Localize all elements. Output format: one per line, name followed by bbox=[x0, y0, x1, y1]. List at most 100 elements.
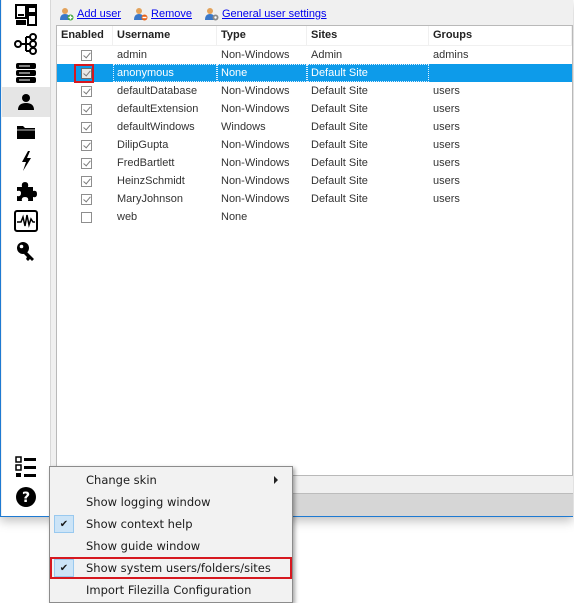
enabled-checkbox[interactable] bbox=[80, 175, 92, 187]
enabled-checkbox[interactable] bbox=[80, 85, 92, 97]
menu-item[interactable]: Show logging window bbox=[52, 491, 290, 513]
enabled-checkbox[interactable] bbox=[80, 211, 92, 223]
table-row[interactable]: web None bbox=[57, 208, 572, 226]
enabled-cell bbox=[57, 64, 113, 82]
enabled-checkbox[interactable] bbox=[80, 49, 92, 61]
table-row[interactable]: DilipGupta Non-Windows Default Site users bbox=[57, 136, 572, 154]
sidebar-item-keys[interactable] bbox=[2, 236, 50, 266]
user-settings-icon bbox=[205, 8, 219, 21]
sites-cell: Admin bbox=[311, 49, 343, 61]
table-row[interactable]: HeinzSchmidt Non-Windows Default Site users bbox=[57, 172, 572, 190]
sidebar-item-events[interactable] bbox=[2, 146, 50, 176]
groups-cell: users bbox=[433, 121, 460, 133]
remove-user-button[interactable]: Remove bbox=[133, 7, 192, 21]
column-header-sites[interactable]: Sites bbox=[307, 26, 429, 45]
menu-item-label: Change skin bbox=[86, 473, 157, 487]
type-cell: Non-Windows bbox=[221, 103, 290, 115]
list-menu-icon bbox=[15, 456, 36, 477]
help-icon: ? bbox=[16, 487, 36, 507]
column-header-groups[interactable]: Groups bbox=[429, 26, 572, 45]
column-header-type[interactable]: Type bbox=[217, 26, 307, 45]
groups-cell bbox=[429, 208, 572, 226]
sidebar-item-dashboard[interactable] bbox=[2, 0, 50, 30]
add-user-label: Add user bbox=[77, 8, 122, 20]
column-header-username[interactable]: Username bbox=[113, 26, 217, 45]
username-cell: admin bbox=[117, 49, 147, 61]
user-toolbar: Add user Remove General user settings bbox=[59, 5, 327, 23]
menu-item[interactable]: ✔ Show system users/folders/sites bbox=[50, 557, 292, 579]
sites-cell: Default Site bbox=[311, 121, 368, 133]
remove-user-icon bbox=[134, 8, 148, 21]
app-window: ? Add user Remove General user settings … bbox=[0, 0, 573, 517]
table-row[interactable]: MaryJohnson Non-Windows Default Site users bbox=[57, 190, 572, 208]
enabled-checkbox[interactable] bbox=[80, 103, 92, 115]
enabled-cell bbox=[57, 118, 113, 136]
menu-item[interactable]: ✔ Show context help bbox=[52, 513, 290, 535]
lightning-icon bbox=[22, 151, 31, 171]
groups-cell: users bbox=[433, 139, 460, 151]
sidebar-item-plugins[interactable] bbox=[2, 176, 50, 206]
remove-user-label: Remove bbox=[151, 8, 192, 20]
sites-cell: Default Site bbox=[311, 157, 368, 169]
enabled-cell bbox=[57, 136, 113, 154]
table-row[interactable]: FredBartlett Non-Windows Default Site users bbox=[57, 154, 572, 172]
enabled-checkbox[interactable] bbox=[80, 67, 92, 79]
enabled-cell bbox=[57, 190, 113, 208]
svg-text:?: ? bbox=[22, 490, 30, 506]
sites-cell bbox=[307, 208, 429, 226]
sites-cell: Default Site bbox=[311, 85, 368, 97]
enabled-checkbox[interactable] bbox=[80, 157, 92, 169]
sidebar-item-monitor[interactable] bbox=[2, 206, 50, 236]
general-user-settings-button[interactable]: General user settings bbox=[204, 7, 327, 21]
sidebar-item-menu[interactable] bbox=[2, 452, 50, 482]
enabled-checkbox[interactable] bbox=[80, 193, 92, 205]
table-row[interactable]: admin Non-Windows Admin admins bbox=[57, 46, 572, 64]
table-row[interactable]: anonymous None Default Site bbox=[57, 64, 572, 82]
enabled-cell bbox=[57, 208, 113, 226]
menu-item-label: Show system users/folders/sites bbox=[86, 561, 271, 575]
add-user-icon bbox=[60, 8, 74, 21]
username-cell: defaultDatabase bbox=[117, 85, 198, 97]
groups-cell bbox=[429, 64, 572, 82]
sidebar-item-folders[interactable] bbox=[2, 117, 50, 147]
username-cell: defaultWindows bbox=[117, 121, 195, 133]
menu-item[interactable]: Change skin bbox=[52, 469, 290, 491]
users-table: Enabled Username Type Sites Groups admin… bbox=[56, 25, 573, 476]
enabled-checkbox[interactable] bbox=[80, 121, 92, 133]
add-user-button[interactable]: Add user bbox=[59, 7, 121, 21]
type-cell: Non-Windows bbox=[221, 157, 290, 169]
key-icon bbox=[17, 242, 34, 261]
enabled-cell bbox=[57, 172, 113, 190]
enabled-cell bbox=[57, 100, 113, 118]
sidebar-item-servers[interactable] bbox=[2, 58, 50, 88]
general-user-settings-label: General user settings bbox=[222, 8, 327, 20]
sidebar-item-users[interactable] bbox=[2, 87, 50, 117]
table-row[interactable]: defaultExtension Non-Windows Default Site u… bbox=[57, 100, 572, 118]
username-cell: anonymous bbox=[113, 64, 217, 82]
table-row[interactable]: defaultWindows Windows Default Site users bbox=[57, 118, 572, 136]
sites-cell: Default Site bbox=[311, 175, 368, 187]
sites-cell: Default Site bbox=[311, 139, 368, 151]
menu-item[interactable]: Import Filezilla Configuration bbox=[52, 579, 290, 601]
column-header-enabled[interactable]: Enabled bbox=[57, 26, 113, 45]
groups-cell: admins bbox=[433, 49, 469, 61]
type-cell: Non-Windows bbox=[221, 139, 290, 151]
enabled-checkbox[interactable] bbox=[80, 139, 92, 151]
enabled-cell bbox=[57, 154, 113, 172]
username-cell: FredBartlett bbox=[117, 157, 175, 169]
sites-cell: Default Site bbox=[311, 103, 368, 115]
sites-cell: Default Site bbox=[311, 193, 368, 205]
groups-cell: users bbox=[433, 103, 460, 115]
groups-cell: users bbox=[433, 193, 460, 205]
sidebar-item-help[interactable]: ? bbox=[2, 482, 50, 512]
sidebar: ? bbox=[2, 0, 51, 516]
sites-cell: Default Site bbox=[307, 64, 429, 82]
username-cell: HeinzSchmidt bbox=[117, 175, 185, 187]
type-cell: Windows bbox=[221, 121, 266, 133]
username-cell: web bbox=[117, 211, 138, 223]
sidebar-item-network[interactable] bbox=[2, 29, 50, 59]
table-row[interactable]: defaultDatabase Non-Windows Default Site us… bbox=[57, 82, 572, 100]
menu-item[interactable]: Show guide window bbox=[52, 535, 290, 557]
menu-item-label: Import Filezilla Configuration bbox=[86, 583, 252, 597]
puzzle-icon bbox=[17, 182, 37, 201]
